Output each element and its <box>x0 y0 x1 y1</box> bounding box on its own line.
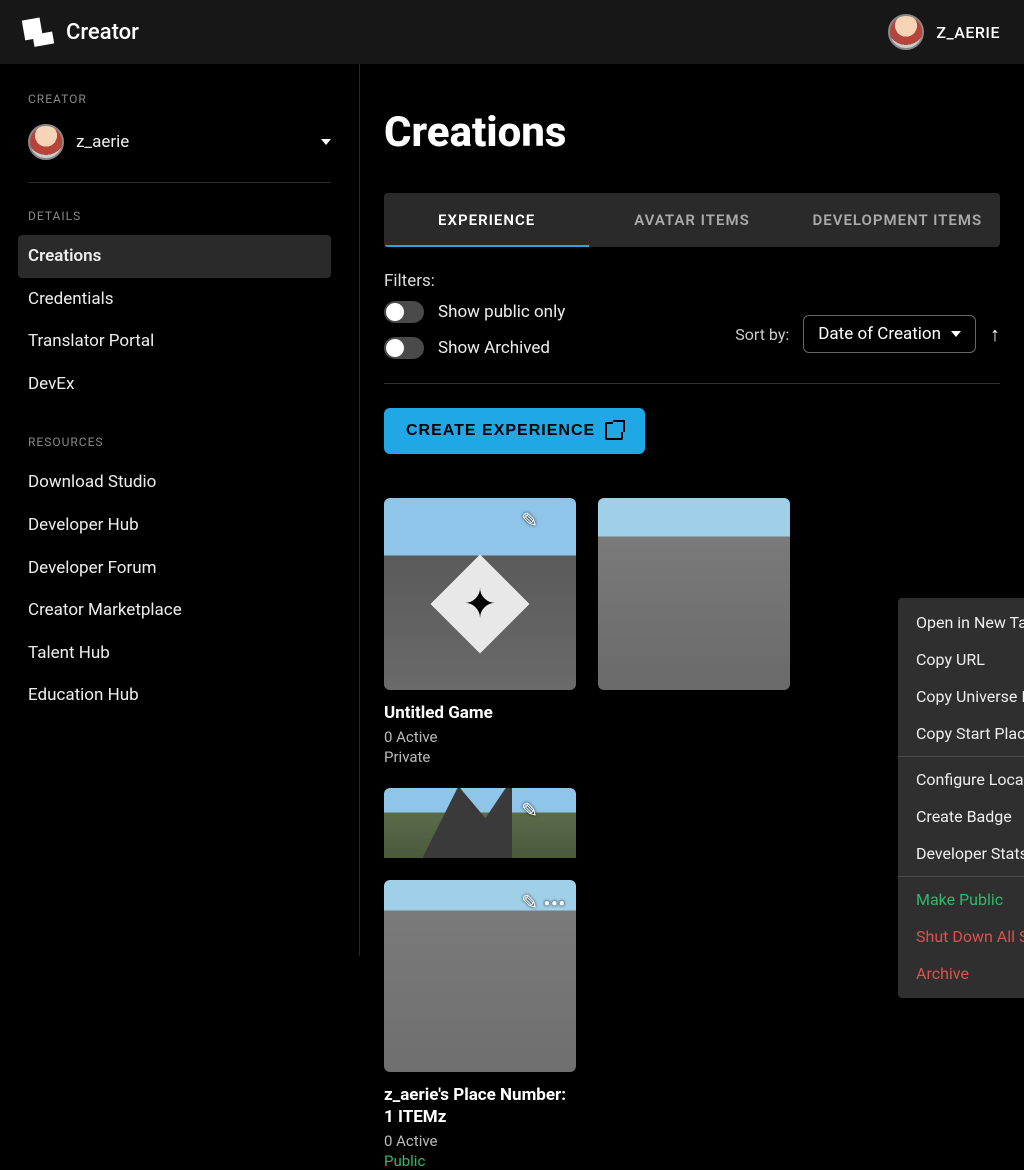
menu-create-badge[interactable]: Create Badge <box>898 798 1024 835</box>
chevron-down-icon <box>951 331 961 337</box>
external-link-icon <box>605 422 623 440</box>
sidebar-item-creator-marketplace[interactable]: Creator Marketplace <box>18 589 331 632</box>
card-thumbnail <box>598 498 790 690</box>
pencil-icon[interactable]: ✎ <box>521 798 538 822</box>
topbar-left: Creator <box>24 18 139 46</box>
create-experience-button[interactable]: CREATE EXPERIENCE <box>384 408 645 454</box>
pencil-icon[interactable]: ✎ <box>521 508 538 532</box>
more-icon[interactable]: ••• <box>544 894 566 915</box>
sidebar-item-download-studio[interactable]: Download Studio <box>18 461 331 504</box>
card-visibility: Private <box>384 748 576 766</box>
toggle-show-public-only[interactable]: Show public only <box>384 301 565 323</box>
card-active-count: 0 Active <box>384 1132 576 1150</box>
card-thumbnail: ✎ <box>384 498 576 690</box>
card-active-count: 0 Active <box>384 728 576 746</box>
switch-icon <box>384 337 424 359</box>
menu-developer-stats[interactable]: Developer Stats <box>898 835 1024 872</box>
creation-card[interactable]: ✎ ••• z_aerie's Place Number: 1 ITEMz 0 … <box>384 880 576 1170</box>
card-thumbnail: ✎ ••• <box>384 880 576 1072</box>
menu-open-new-tab[interactable]: Open in New Tab <box>898 604 1024 641</box>
topbar: Creator Z_AERIE <box>0 0 1024 64</box>
context-menu: Open in New Tab Copy URL Copy Universe I… <box>898 598 1024 998</box>
chevron-down-icon <box>321 139 331 145</box>
card-title: Untitled Game <box>384 702 576 724</box>
avatar <box>888 14 924 50</box>
creation-card[interactable]: ✎ Untitled Game 0 Active Private ✎ <box>384 498 576 858</box>
sort-value: Date of Creation <box>818 324 941 344</box>
menu-copy-universe-id[interactable]: Copy Universe ID <box>898 678 1024 715</box>
menu-make-public[interactable]: Make Public <box>898 881 1024 918</box>
menu-configure-localization[interactable]: Configure Localization <box>898 761 1024 798</box>
page-title: Creations <box>384 108 1000 157</box>
divider <box>384 383 1000 384</box>
sidebar-creator-label: CREATOR <box>28 92 331 106</box>
menu-separator <box>898 876 1024 877</box>
card-thumbnail: ✎ <box>384 788 576 858</box>
toggle-show-archived[interactable]: Show Archived <box>384 337 565 359</box>
tab-development-items[interactable]: DEVELOPMENT ITEMS <box>795 193 1000 247</box>
menu-copy-url[interactable]: Copy URL <box>898 641 1024 678</box>
toggle-label: Show Archived <box>438 338 550 358</box>
sidebar-details-list: Creations Credentials Translator Portal … <box>28 235 331 405</box>
switch-icon <box>384 301 424 323</box>
creator-selector[interactable]: z_aerie <box>28 118 331 183</box>
card-title: z_aerie's Place Number: 1 ITEMz <box>384 1084 576 1128</box>
main-content: Creations EXPERIENCE AVATAR ITEMS DEVELO… <box>360 64 1024 956</box>
avatar <box>28 124 64 160</box>
sidebar-item-devex[interactable]: DevEx <box>18 363 331 406</box>
tabs: EXPERIENCE AVATAR ITEMS DEVELOPMENT ITEM… <box>384 193 1000 247</box>
sort-select[interactable]: Date of Creation <box>803 315 976 353</box>
sidebar: CREATOR z_aerie DETAILS Creations Creden… <box>0 64 360 956</box>
sort-label: Sort by: <box>735 325 789 344</box>
menu-copy-start-place-id[interactable]: Copy Start Place ID <box>898 715 1024 752</box>
pencil-icon[interactable]: ✎ <box>521 890 538 914</box>
sidebar-item-talent-hub[interactable]: Talent Hub <box>18 632 331 675</box>
creation-card[interactable]: ✎ <box>384 788 576 858</box>
creator-name: z_aerie <box>76 132 309 152</box>
tab-avatar-items[interactable]: AVATAR ITEMS <box>589 193 794 247</box>
sort-direction-button[interactable]: ↑ <box>990 322 1000 347</box>
creation-card[interactable] <box>598 498 790 858</box>
sidebar-item-developer-forum[interactable]: Developer Forum <box>18 547 331 590</box>
sidebar-item-education-hub[interactable]: Education Hub <box>18 674 331 717</box>
toggle-label: Show public only <box>438 302 565 322</box>
topbar-user[interactable]: Z_AERIE <box>888 14 1000 50</box>
sidebar-details-label: DETAILS <box>28 209 331 223</box>
card-visibility: Public <box>384 1152 576 1170</box>
brand-label: Creator <box>66 20 139 45</box>
sidebar-item-translator-portal[interactable]: Translator Portal <box>18 320 331 363</box>
menu-separator <box>898 756 1024 757</box>
sidebar-resources-label: RESOURCES <box>28 435 331 449</box>
sidebar-resources-list: Download Studio Developer Hub Developer … <box>28 461 331 717</box>
filters-label: Filters: <box>384 271 1000 291</box>
logo-icon[interactable] <box>22 16 54 48</box>
sidebar-item-creations[interactable]: Creations <box>18 235 331 278</box>
sidebar-item-developer-hub[interactable]: Developer Hub <box>18 504 331 547</box>
tab-experience[interactable]: EXPERIENCE <box>384 193 589 247</box>
create-button-label: CREATE EXPERIENCE <box>406 422 595 440</box>
menu-shut-down-servers[interactable]: Shut Down All Servers <box>898 918 1024 955</box>
username-label: Z_AERIE <box>936 23 1000 42</box>
menu-archive[interactable]: Archive <box>898 955 1024 992</box>
sidebar-item-credentials[interactable]: Credentials <box>18 278 331 321</box>
